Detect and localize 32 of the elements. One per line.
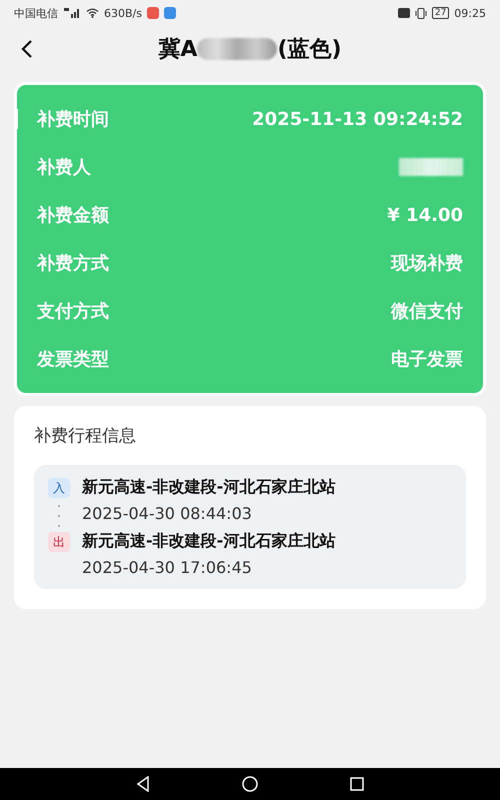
- plate-title-prefix: 冀A: [158, 36, 198, 64]
- row-value: 微信支付: [391, 300, 463, 323]
- row-value: 电子发票: [391, 348, 463, 371]
- signal-icon: [63, 8, 81, 18]
- network-speed: 630B/s: [104, 6, 142, 20]
- row-label: 补费金额: [37, 204, 109, 227]
- row-value: 2025-11-13 09:24:52: [252, 108, 463, 130]
- entry-badge: 入: [48, 478, 70, 498]
- section-title: 补费行程信息: [34, 425, 137, 447]
- row-label: 补费人: [37, 156, 91, 179]
- row-label: 支付方式: [37, 300, 109, 323]
- redacted-mark: [399, 158, 463, 176]
- pass-time: 2025-04-30 08:44:03: [82, 504, 253, 523]
- pass-time: 2025-04-30 17:06:45: [82, 558, 253, 577]
- vibrate-icon: [414, 8, 427, 18]
- row-label: 补费方式: [37, 252, 109, 275]
- back-nav-icon[interactable]: [136, 776, 150, 792]
- recents-nav-icon[interactable]: [350, 777, 364, 791]
- station-name: 新元高速-非改建段-河北石家庄北站: [82, 477, 336, 498]
- clock-time: 09:25: [454, 6, 486, 20]
- battery-level: 27: [432, 7, 450, 19]
- row-label: 发票类型: [37, 348, 109, 371]
- carrier-name: 中国电信: [14, 6, 58, 20]
- exit-badge: 出: [48, 532, 70, 552]
- plate-title-suffix: (蓝色): [277, 36, 342, 64]
- row-label: 补费时间: [37, 108, 109, 131]
- row-value: 现场补费: [391, 252, 463, 275]
- app-icon: [146, 7, 159, 19]
- station-name: 新元高速-非改建段-河北石家庄北站: [82, 531, 336, 552]
- home-nav-icon[interactable]: [242, 776, 258, 792]
- row-value: ¥ 14.00: [387, 204, 463, 226]
- wifi-icon: [86, 8, 99, 18]
